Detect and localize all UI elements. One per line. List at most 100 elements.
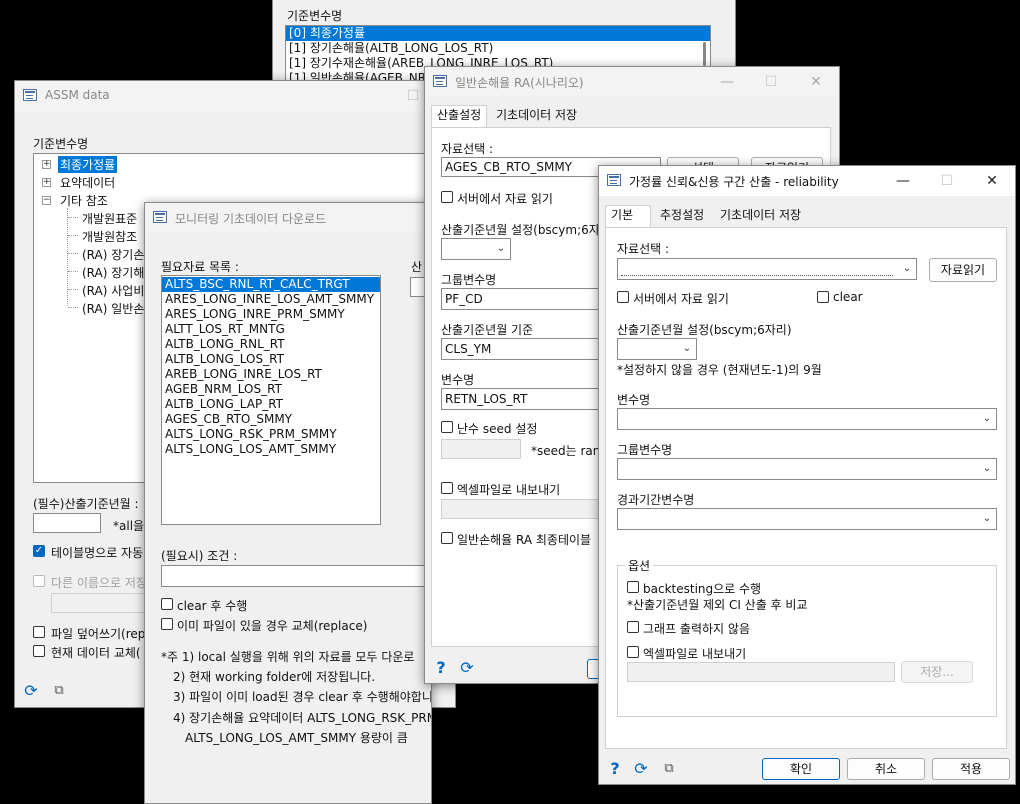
ra-title: 일반손해율 RA(시나리오): [455, 76, 584, 90]
tab-save-base-data[interactable]: 기초데이터 저장: [715, 206, 806, 227]
chevron-down-icon: ⌄: [982, 463, 992, 474]
minimize-icon[interactable]: —: [717, 72, 737, 92]
ra-final-table-checkbox[interactable]: [441, 532, 453, 544]
tree-item-final-rate[interactable]: 최종가정률: [58, 156, 118, 173]
tab-estimation[interactable]: 추정설정: [655, 206, 709, 227]
rel-save-button[interactable]: 저장...: [901, 661, 973, 683]
list-item[interactable]: ALTS_LONG_RSK_PRM_SMMY: [162, 427, 380, 442]
ra-bscym-combo[interactable]: ⌄: [441, 238, 511, 260]
ra-excel-path[interactable]: [441, 499, 611, 519]
close-icon[interactable]: ✕: [806, 72, 826, 92]
other-name-checkbox[interactable]: [33, 575, 45, 587]
rel-var-combo[interactable]: ⌄: [617, 408, 997, 430]
monitor-note: 4) 장기손해율 요약데이터 ALTS_LONG_RSK_PRM_SMMY,: [173, 711, 431, 725]
rel-ok-button[interactable]: 확인: [762, 758, 840, 780]
table-name-label: 테이블명으로 자동: [51, 546, 144, 560]
tree-item-summary[interactable]: 요약데이터: [60, 174, 115, 191]
list-item[interactable]: ALTT_LOS_RT_MNTG: [162, 322, 380, 337]
reliability-title: 가정률 신뢰&신용 구간 산출 - reliability: [629, 175, 839, 189]
collapse-icon[interactable]: −: [42, 196, 51, 205]
list-item[interactable]: ALTS_LONG_LOS_AMT_SMMY: [162, 442, 380, 457]
tab-basic[interactable]: 기본: [605, 205, 651, 228]
monitor-items-list[interactable]: ALTS_BSC_RNL_RT_CALC_TRGT ARES_LONG_INRE…: [161, 275, 381, 525]
list-item[interactable]: AREB_LONG_INRE_LOS_RT: [162, 367, 380, 382]
refresh-icon[interactable]: ⟳: [457, 658, 477, 678]
tree-item[interactable]: 개발원표준: [82, 210, 137, 227]
maximize-icon[interactable]: ☐: [761, 72, 781, 92]
chevron-down-icon: ⌄: [682, 343, 692, 354]
ra-seed-input[interactable]: [441, 439, 521, 459]
list-item[interactable]: ALTB_LONG_LOS_RT: [162, 352, 380, 367]
rel-elapsed-var-combo[interactable]: ⌄: [617, 508, 997, 530]
ra-basis-input[interactable]: CLS_YM: [441, 338, 611, 360]
rel-server-read-checkbox[interactable]: [617, 291, 629, 303]
maximize-icon[interactable]: ☐: [937, 171, 957, 191]
monitor-note: 3) 파일이 이미 load된 경우 clear 후 수행해야합니다.: [173, 690, 432, 704]
tab-calc-settings[interactable]: 산출설정: [431, 105, 488, 128]
copy-icon[interactable]: ⧉: [49, 681, 69, 701]
table-name-checkbox[interactable]: ✓: [33, 545, 45, 557]
rel-no-graph-checkbox[interactable]: [627, 621, 639, 633]
monitor-note: ALTS_LONG_LOS_AMT_SMMY 용량이 큼: [185, 731, 408, 745]
tree-item[interactable]: 개발원참조: [82, 228, 137, 245]
monitor-replace-checkbox[interactable]: [161, 618, 173, 630]
rel-group-var-combo[interactable]: ⌄: [617, 458, 997, 480]
expand-icon[interactable]: +: [42, 160, 51, 169]
list-item[interactable]: ALTS_BSC_RNL_RT_CALC_TRGT: [162, 277, 380, 292]
tab-save-base-data[interactable]: 기초데이터 저장: [491, 106, 582, 127]
ra-bscym-label: 산출기준년월 설정(bscym;6자: [441, 223, 600, 237]
ra-group-var-input[interactable]: PF_CD: [441, 288, 611, 310]
close-icon[interactable]: ✕: [982, 171, 1002, 191]
tree-item[interactable]: (RA) 장기해: [82, 264, 144, 281]
rel-backtesting-checkbox[interactable]: [627, 581, 639, 593]
rel-bscym-combo[interactable]: ⌄: [617, 338, 697, 360]
rel-read-button[interactable]: 자료읽기: [929, 258, 997, 282]
tree-item[interactable]: (RA) 일반손: [82, 300, 144, 317]
tree-item[interactable]: (RA) 장기손: [82, 246, 144, 263]
rel-options-label: 옵션: [625, 557, 654, 574]
list-item[interactable]: [0] 최종가정률: [286, 26, 710, 41]
top-list-scrollbar[interactable]: [703, 42, 706, 66]
ra-seed-label: 난수 seed 설정: [457, 422, 538, 436]
rel-excel-path[interactable]: [627, 662, 895, 682]
help-icon[interactable]: ?: [431, 658, 451, 678]
ra-excel-checkbox[interactable]: [441, 482, 453, 494]
list-item[interactable]: ARES_LONG_INRE_PRM_SMMY: [162, 307, 380, 322]
tree-item[interactable]: (RA) 사업비: [82, 282, 144, 299]
refresh-icon[interactable]: ⟳: [21, 681, 41, 701]
monitor-clear-checkbox[interactable]: [161, 598, 173, 610]
ra-var-input[interactable]: RETN_LOS_RT: [441, 388, 611, 410]
tree-line: [68, 289, 78, 290]
refresh-icon[interactable]: ⟳: [631, 759, 651, 779]
assm-bscym-input[interactable]: [33, 513, 101, 533]
maximize-icon[interactable]: ☐: [403, 86, 423, 106]
rel-clear-checkbox[interactable]: [817, 291, 829, 303]
rel-cancel-button[interactable]: 취소: [847, 758, 925, 780]
monitor-cond-input[interactable]: [161, 565, 431, 587]
tree-line: [68, 253, 78, 254]
list-item[interactable]: [1] 장기손해율(ALTB_LONG_LOS_RT): [286, 41, 710, 56]
copy-icon[interactable]: ⧉: [659, 759, 679, 779]
minimize-icon[interactable]: —: [893, 171, 913, 191]
list-item[interactable]: AGEB_NRM_LOS_RT: [162, 382, 380, 397]
rel-excel-checkbox[interactable]: [627, 646, 639, 658]
list-item[interactable]: ARES_LONG_INRE_LOS_AMT_SMMY: [162, 292, 380, 307]
list-item[interactable]: ALTB_LONG_RNL_RT: [162, 337, 380, 352]
replace-current-checkbox[interactable]: [33, 645, 45, 657]
tree-item-other-ref[interactable]: 기타 참조: [60, 192, 108, 209]
ra-seed-checkbox[interactable]: [441, 421, 453, 433]
list-item[interactable]: ALTB_LONG_LAP_RT: [162, 397, 380, 412]
expand-icon[interactable]: +: [42, 178, 51, 187]
rel-data-select-combo[interactable]: ⌄: [617, 258, 917, 280]
rel-apply-button[interactable]: 적용: [932, 758, 1010, 780]
help-icon[interactable]: ?: [605, 759, 625, 779]
ra-var-label: 변수명: [441, 373, 475, 387]
app-icon: [607, 174, 621, 186]
overwrite-checkbox[interactable]: [33, 626, 45, 638]
top-basevar-label: 기준변수명: [287, 9, 343, 23]
other-name-input[interactable]: [51, 593, 151, 613]
rel-clear-label: clear: [833, 290, 863, 304]
ra-server-read-checkbox[interactable]: [441, 191, 453, 203]
list-item[interactable]: AGES_CB_RTO_SMMY: [162, 412, 380, 427]
tree-line: [68, 307, 78, 308]
